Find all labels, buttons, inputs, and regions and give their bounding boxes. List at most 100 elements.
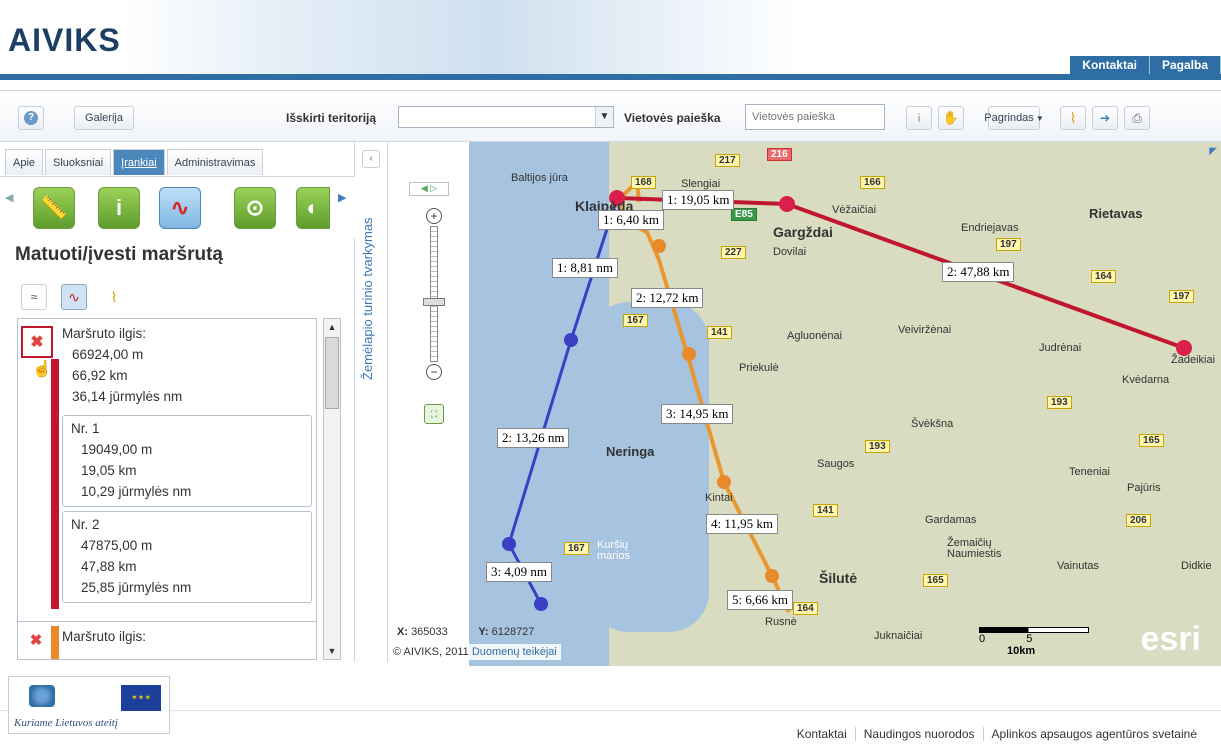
place-label: Slengiai [681,178,721,190]
road-number: 141 [813,504,838,517]
basemap-dropdown[interactable]: Pagrindas ▼ [984,106,1044,130]
measure-icon: ≈ [30,290,38,304]
tab-tools[interactable]: Įrankiai [113,149,165,175]
footer-useful-links[interactable]: Naudingos nuorodos [854,727,983,741]
eu-flag-icon: ✶✶✶ [121,685,161,711]
info-tool[interactable]: i [98,187,140,229]
place-label: Judrėnai [1039,342,1082,354]
export-icon: ➔ [1099,111,1111,125]
tools-scroll-left-icon[interactable]: ◀ [5,191,13,204]
clear-routes-button[interactable]: ⌇ [101,284,127,310]
route-segment-label: 5: 6,66 km [727,590,793,610]
road-number: 193 [1047,396,1072,409]
broom-icon: ⌇ [1069,109,1077,126]
export-button[interactable]: ➔ [1092,106,1118,130]
road-number: 217 [715,154,740,167]
scale-bar: 0 5 10km [979,627,1089,657]
ruler-tool[interactable]: 📏 [33,187,75,229]
road-number: 197 [1169,290,1194,303]
route-m: 66924,00 m [72,347,144,362]
place-label: Teneniai [1069,466,1110,478]
tab-admin[interactable]: Administravimas [166,149,264,175]
tab-about[interactable]: Apie [5,149,44,175]
segment-km: 19,05 km [81,463,137,478]
tools-row: ◀ 📏 i ∿ ⊙ ◐ ▶ [0,176,355,238]
place-label: Dovilai [773,246,807,258]
tools-scroll-right-icon[interactable]: ▶ [338,191,346,204]
print-button[interactable]: ⎙ [1124,106,1150,130]
routes-scrollbar[interactable]: ▲ ▼ [323,318,341,660]
coordinate-icon: ◐ [306,195,320,220]
segment-box: Nr. 1 19049,00 m 19,05 km 10,29 jūrmylės… [62,415,312,507]
route-item: ✖ ☝ Maršruto ilgis: 66924,00 m 66,92 km … [18,319,316,619]
measure-mode-button[interactable]: ≈ [21,284,47,310]
location-tool[interactable]: ⊙ [234,187,276,229]
footer-agency-link[interactable]: Aplinkos apsaugos agentūros svetainė [982,727,1205,741]
help-button[interactable]: ? [18,106,44,130]
route-segment-label: 1: 8,81 nm [552,258,618,278]
scroll-up-icon[interactable]: ▲ [325,319,339,335]
route-segment-label: 4: 11,95 km [706,514,778,534]
zoom-handle[interactable] [423,298,445,306]
route-tool[interactable]: ∿ [159,187,201,229]
help-icon: ? [24,111,38,125]
identify-button[interactable]: ⅰ [906,106,932,130]
road-number: 216 [767,148,792,161]
zoom-slider[interactable] [430,226,438,362]
place-label: Priekulė [739,362,779,374]
route-item: ✖ Maršruto ilgis: [18,621,316,659]
map-content-label[interactable]: Žemėlapio turinio tvarkymas [360,120,375,380]
zoom-out-button[interactable]: − [426,364,442,380]
close-icon: ✖ [29,632,43,649]
search-label: Vietovės paieška [624,111,721,125]
footer-contacts-link[interactable]: Kontaktai [789,727,855,741]
contacts-link[interactable]: Kontaktai [1070,56,1150,74]
route-color-bar [51,626,59,659]
full-extent-button[interactable]: ⛶ [424,404,444,424]
print-icon: ⎙ [1132,110,1142,125]
delete-route-button[interactable]: ✖ [26,630,46,650]
info-icon: ⅰ [917,112,921,125]
chevron-down-icon[interactable]: ▼ [595,107,613,127]
header-divider [0,74,1221,80]
scroll-thumb[interactable] [325,337,339,409]
territory-select[interactable]: ▼ [398,106,614,128]
location-icon: ⊙ [245,195,265,220]
data-providers-link[interactable]: Duomenų teikėjai [472,646,557,658]
road-number: 141 [707,326,732,339]
delete-route-button[interactable]: ✖ [21,326,53,358]
app-logo[interactable]: AIVIKS [8,22,121,59]
place-label: Rietavas [1089,206,1143,221]
pan-arrows[interactable]: ◀ ▷ [409,182,449,196]
route-mode-button[interactable]: ∿ [61,284,87,310]
road-number: 197 [996,238,1021,251]
map-view[interactable]: Baltijos jūra Klaipėda Slengiai Vėžaičia… [389,142,1221,666]
place-label: Agluonėnai [787,330,843,342]
zoom-in-button[interactable]: + [426,208,442,224]
basemap-label: Pagrindas [984,112,1034,124]
place-label: Gardamas [925,514,977,526]
gallery-button[interactable]: Galerija [74,106,134,130]
scale-line [979,627,1089,633]
segment-label: Nr. 1 [71,421,100,436]
basemap-arrow-icon: ▼ [1035,113,1044,123]
routes-list: ✖ ☝ Maršruto ilgis: 66924,00 m 66,92 km … [17,318,317,660]
tab-layers[interactable]: Sluoksniai [45,149,112,175]
copyright-text: © AIVIKS, 2011 [393,646,469,658]
clear-button[interactable]: ⌇ [1060,106,1086,130]
segment-label: Nr. 2 [71,517,100,532]
scale-tick: 0 [979,633,986,645]
help-link[interactable]: Pagalba [1149,56,1221,74]
coordinate-tool[interactable]: ◐ [296,187,330,229]
road-number: 168 [631,176,656,189]
place-search-input[interactable] [745,104,885,130]
scroll-down-icon[interactable]: ▼ [325,643,339,659]
place-label: Rusnė [765,616,797,628]
road-number: 166 [860,176,885,189]
pan-button[interactable]: ✋ [938,106,964,130]
collapse-map-icon[interactable]: ◤ [1209,146,1217,157]
header-links: Kontaktai Pagalba [1070,56,1221,74]
road-number: 227 [721,246,746,259]
place-label: Didkie [1181,560,1212,572]
road-number: 165 [923,574,948,587]
